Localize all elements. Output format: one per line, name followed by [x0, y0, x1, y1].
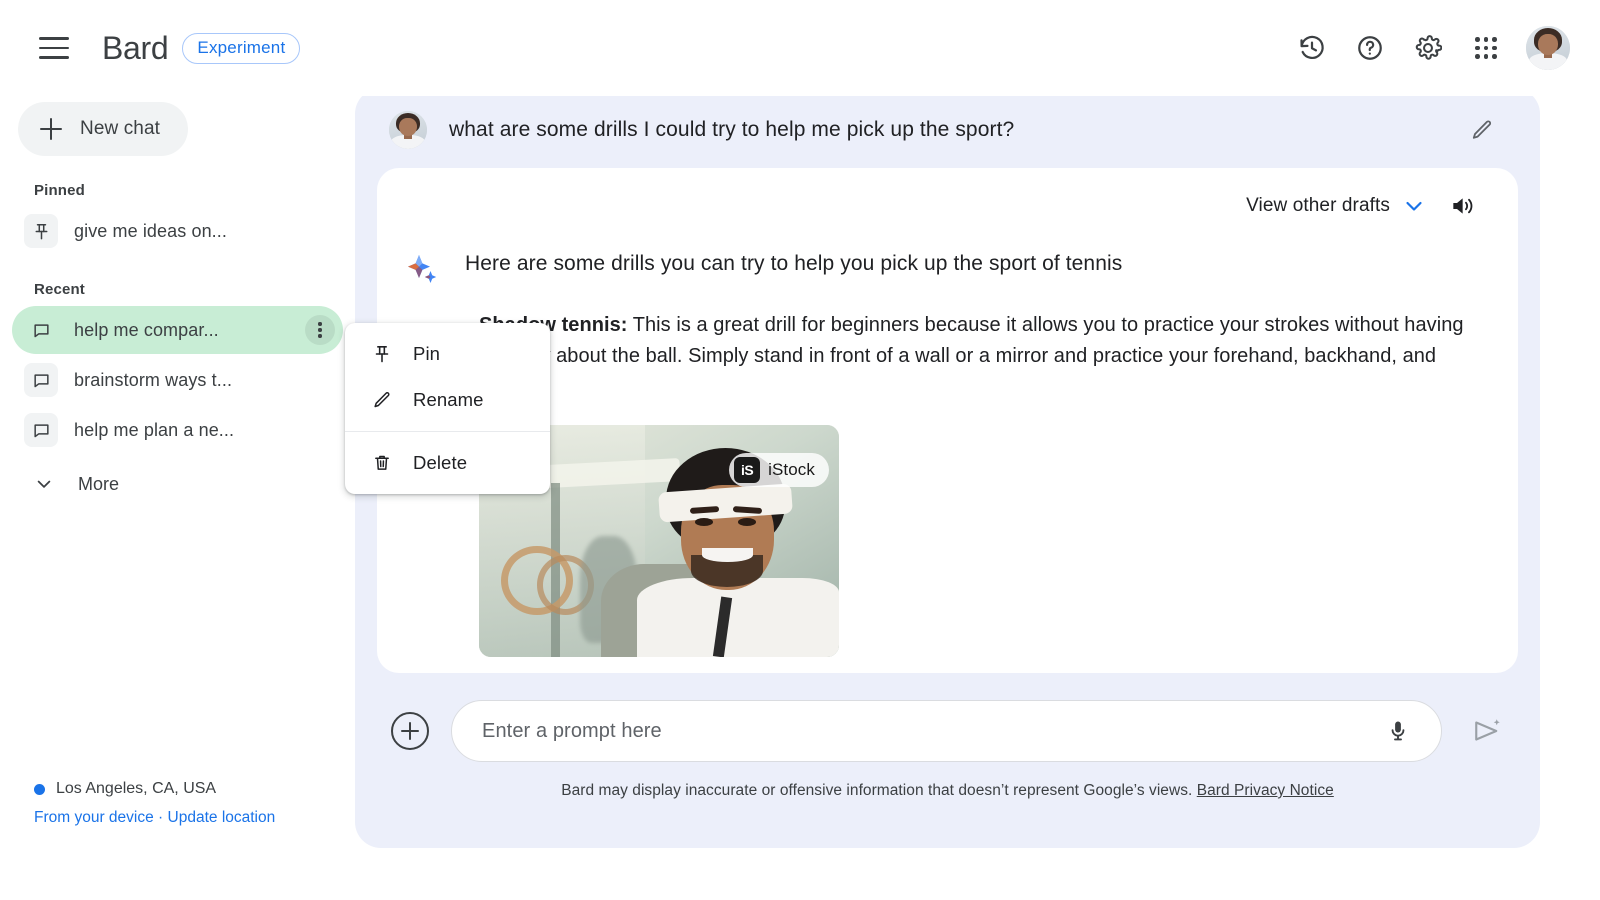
view-other-drafts-label: View other drafts: [1246, 195, 1390, 216]
gear-icon[interactable]: [1404, 24, 1452, 72]
prompt-area: Bard may display inaccurate or offensive…: [355, 680, 1540, 848]
avatar[interactable]: [1526, 26, 1570, 70]
top-bar: Bard Experiment: [0, 0, 1600, 96]
user-message-row: what are some drills I could try to help…: [355, 88, 1540, 168]
plus-icon: [40, 118, 62, 140]
hamburger-line: [39, 37, 69, 40]
chat-bubble-icon: [24, 363, 58, 397]
chat-bubble-icon: [24, 313, 58, 347]
sidebar-item-recent-1[interactable]: brainstorm ways t...: [12, 356, 343, 404]
location-info: Los Angeles, CA, USA From your device · …: [34, 777, 275, 830]
new-chat-button[interactable]: New chat: [18, 102, 189, 156]
recent-section-title: Recent: [34, 281, 85, 298]
help-icon[interactable]: [1346, 24, 1394, 72]
show-more-button[interactable]: More: [22, 460, 222, 508]
avatar-image: [1526, 26, 1570, 70]
pencil-icon: [1470, 118, 1494, 142]
sidebar-item-recent-2[interactable]: help me plan a ne...: [12, 406, 343, 454]
trash-icon: [371, 452, 393, 474]
prompt-row: [355, 700, 1540, 762]
sidebar-item-label: brainstorm ways t...: [74, 369, 233, 390]
update-location-link[interactable]: Update location: [168, 809, 276, 826]
istock-logo-mark: iS: [734, 457, 761, 483]
context-menu-divider: [345, 431, 550, 432]
prompt-input-container[interactable]: [451, 700, 1442, 762]
user-message-text: what are some drills I could try to help…: [449, 118, 1015, 141]
sidebar-item-label: give me ideas on...: [74, 220, 227, 241]
sidebar-item-recent-0[interactable]: help me compar...: [12, 306, 343, 354]
pencil-icon: [371, 389, 393, 411]
bard-sparkle-icon: [405, 252, 439, 286]
edit-prompt-button[interactable]: [1462, 110, 1502, 150]
disclaimer-text: Bard may display inaccurate or offensive…: [561, 782, 1197, 799]
context-menu-label: Pin: [413, 343, 441, 364]
send-icon[interactable]: [1464, 708, 1510, 754]
experiment-badge[interactable]: Experiment: [182, 32, 301, 64]
location-source-row: From your device · Update location: [34, 806, 275, 830]
pinned-section-title: Pinned: [34, 182, 85, 199]
sidebar: New chat Pinned give me ideas on... Rece…: [0, 96, 355, 900]
app-title: Bard: [102, 29, 169, 66]
context-menu-item-rename[interactable]: Rename: [345, 377, 550, 423]
location-place: Los Angeles, CA, USA: [56, 780, 217, 798]
pinned-list: give me ideas on...: [0, 203, 355, 255]
hamburger-line: [39, 46, 69, 50]
bard-app-window: Bard Experiment New chat Pinned give me …: [0, 0, 1600, 900]
apps-grid-dots: [1474, 36, 1498, 60]
apps-grid-icon[interactable]: [1462, 24, 1510, 72]
sidebar-item-pinned-0[interactable]: give me ideas on...: [12, 207, 343, 255]
prompt-input[interactable]: [482, 719, 1377, 743]
chat-options-kebab-icon[interactable]: [305, 315, 335, 345]
sidebar-item-label: help me plan a ne...: [74, 419, 235, 440]
view-other-drafts-button[interactable]: View other drafts: [1246, 194, 1426, 218]
location-separator: ·: [158, 808, 164, 826]
show-more-label: More: [78, 473, 120, 494]
speaker-icon[interactable]: [1442, 186, 1482, 226]
pin-icon: [24, 214, 58, 248]
chevron-down-icon: [1402, 194, 1426, 218]
location-place-row: Los Angeles, CA, USA: [34, 777, 275, 802]
privacy-notice-link[interactable]: Bard Privacy Notice: [1197, 782, 1334, 799]
top-bar-actions: [1288, 24, 1570, 72]
disclaimer: Bard may display inaccurate or offensive…: [561, 782, 1334, 800]
drafts-row: View other drafts: [377, 168, 1518, 232]
istock-watermark: iS iStock: [729, 453, 829, 487]
context-menu-item-pin[interactable]: Pin: [345, 331, 550, 377]
chevron-down-icon: [34, 474, 54, 494]
context-menu-label: Delete: [413, 452, 468, 473]
microphone-icon[interactable]: [1377, 710, 1419, 752]
user-avatar: [389, 111, 427, 149]
brand: Bard Experiment: [102, 29, 301, 67]
user-avatar-image: [389, 111, 427, 149]
answer-intro-text: Here are some drills you can try to help…: [465, 252, 1123, 275]
answer-header: Here are some drills you can try to help…: [377, 232, 1518, 286]
plus-circle-icon[interactable]: [391, 712, 429, 750]
chat-bubble-icon: [24, 413, 58, 447]
location-source: From your device: [34, 808, 154, 826]
hamburger-line: [39, 56, 69, 59]
pin-icon: [371, 343, 393, 365]
recent-list: help me compar... brainstorm ways t... h…: [0, 302, 355, 454]
istock-logo-text: iStock: [768, 460, 815, 479]
hamburger-menu-icon[interactable]: [28, 22, 80, 74]
sidebar-item-label: help me compar...: [74, 319, 219, 340]
history-icon[interactable]: [1288, 24, 1336, 72]
chat-context-menu: Pin Rename Delete: [345, 323, 550, 494]
new-chat-label: New chat: [80, 118, 161, 139]
context-menu-item-delete[interactable]: Delete: [345, 440, 550, 486]
location-dot-icon: [34, 784, 45, 796]
context-menu-label: Rename: [413, 389, 484, 410]
answer-item-body: This is a great drill for beginners beca…: [479, 314, 1464, 398]
